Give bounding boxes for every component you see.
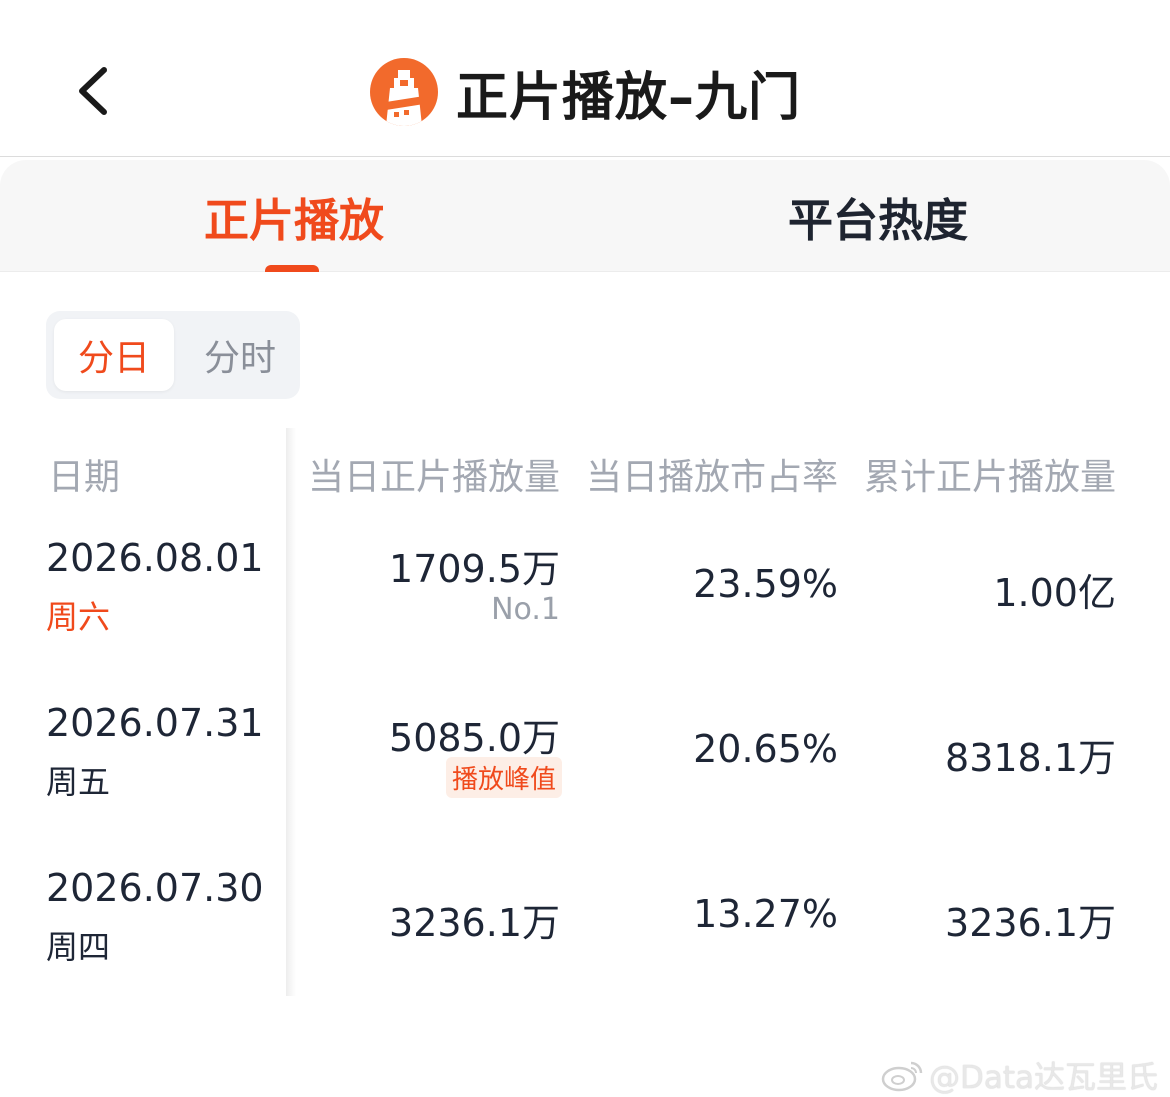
header-cumulative: 累计正片播放量	[863, 457, 1116, 498]
row-cumulative: 8318.1万	[945, 736, 1116, 780]
row-market-share: 23.59%	[693, 562, 838, 606]
back-button[interactable]	[66, 58, 126, 124]
granularity-switch: 分日 分时	[46, 311, 300, 399]
top-navigation-bar: 正片播放–九门	[0, 0, 1170, 157]
weibo-icon	[881, 1061, 923, 1091]
row-date: 2026.07.31	[46, 701, 264, 745]
row-daily-plays: 5085.0万	[389, 716, 560, 760]
hourly-option[interactable]: 分时	[180, 319, 300, 391]
active-tab-indicator	[265, 265, 319, 272]
table-row[interactable]: 2026.08.01 周六 1709.5万 No.1 23.59% 1.00亿	[0, 536, 1170, 666]
row-weekday: 周五	[46, 763, 111, 801]
title-group: 正片播放–九门	[370, 56, 801, 128]
tab-platform-heat[interactable]: 平台热度	[788, 184, 968, 249]
table-row[interactable]: 2026.07.30 周四 3236.1万 13.27% 3236.1万	[0, 866, 1170, 996]
row-daily-plays: 1709.5万	[389, 547, 560, 591]
row-market-share: 20.65%	[693, 727, 838, 771]
row-market-share: 13.27%	[693, 892, 838, 936]
row-date: 2026.07.30	[46, 866, 264, 910]
film-tower-logo-icon	[370, 58, 438, 126]
row-weekday: 周六	[46, 598, 111, 636]
header-market-share: 当日播放市占率	[585, 457, 838, 498]
page-title: 正片播放–九门	[456, 67, 802, 128]
row-cumulative: 3236.1万	[945, 901, 1116, 945]
row-daily-plays: 3236.1万	[389, 901, 560, 945]
table-row[interactable]: 2026.07.31 周五 5085.0万 播放峰值 20.65% 8318.1…	[0, 701, 1170, 831]
tab-bar: 正片播放 平台热度	[0, 160, 1170, 272]
header-date: 日期	[48, 457, 121, 498]
chevron-left-icon	[79, 67, 107, 115]
row-weekday: 周四	[46, 928, 111, 966]
row-date: 2026.08.01	[46, 536, 264, 580]
daily-option[interactable]: 分日	[54, 319, 174, 391]
watermark: @Data达瓦里氏	[881, 1052, 1158, 1097]
rank-note: No.1	[491, 592, 560, 627]
header-daily-plays: 当日正片播放量	[307, 457, 560, 498]
row-cumulative: 1.00亿	[993, 571, 1116, 615]
peak-badge: 播放峰值	[445, 757, 562, 798]
tab-main-plays[interactable]: 正片播放	[204, 184, 384, 249]
watermark-text: @Data达瓦里氏	[928, 1060, 1158, 1096]
